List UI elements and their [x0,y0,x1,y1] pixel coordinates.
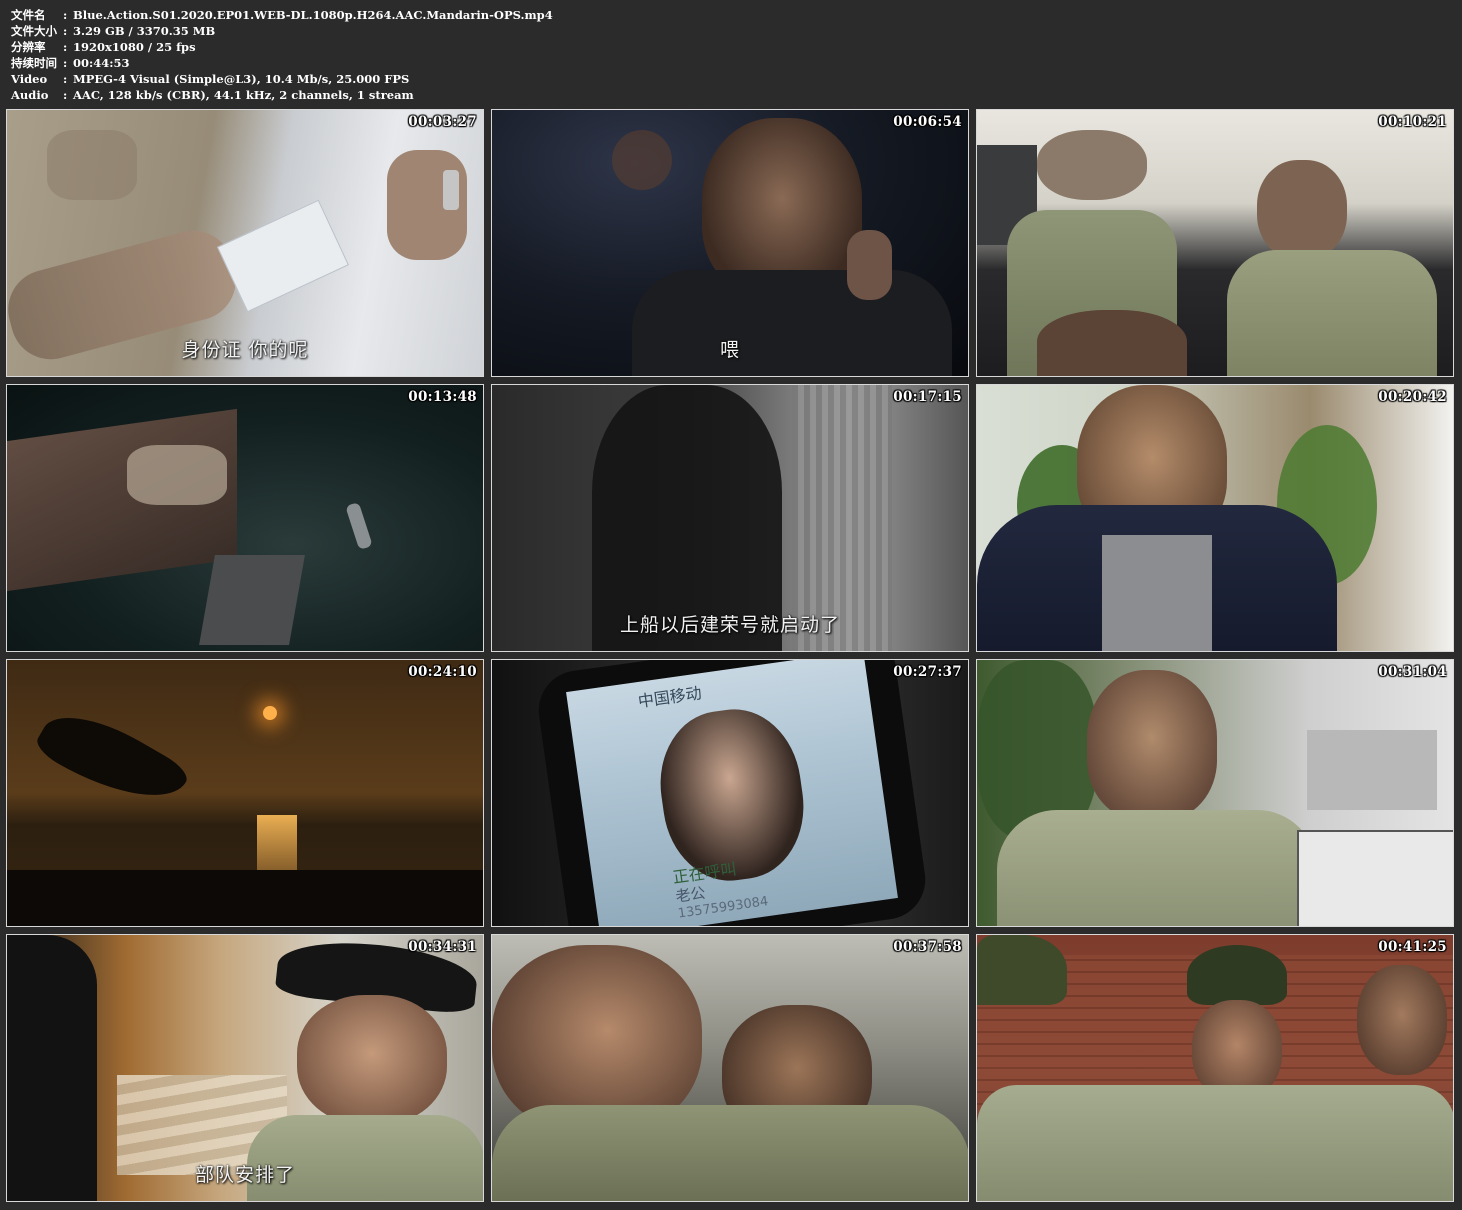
meta-row-filesize: 文件大小 : 3.29 GB / 3370.35 MB [11,23,911,39]
timestamp: 00:13:48 [408,389,477,405]
meta-value: Blue.Action.S01.2020.EP01.WEB-DL.1080p.H… [73,8,553,22]
meta-separator: : [63,8,68,22]
video-frame: 中国移动 正在呼叫 老公 13575993084 [492,660,968,926]
timestamp: 00:31:04 [1378,664,1447,680]
video-frame [7,385,483,651]
thumbnail-frame[interactable]: 00:10:21 [976,109,1454,377]
video-frame [492,935,968,1201]
thumbnail-frame[interactable]: 00:41:25 [976,934,1454,1202]
subtitle: 上船以后建荣号就启动了 [619,614,840,636]
meta-row-duration: 持续时间 : 00:44:53 [11,55,911,71]
meta-value: 1920x1080 / 25 fps [73,40,196,54]
meta-label: Video [11,72,48,86]
video-frame [977,660,1453,926]
timestamp: 00:17:15 [893,389,962,405]
subtitle: 身份证 你的呢 [181,339,309,361]
meta-separator: : [63,88,68,102]
subtitle: 部队安排了 [194,1164,295,1186]
thumbnail-frame[interactable]: 00:20:42 [976,384,1454,652]
meta-label: 文件大小 [11,24,57,38]
timestamp: 00:41:25 [1378,939,1447,955]
timestamp: 00:20:42 [1378,389,1447,405]
thumbnail-frame[interactable]: 00:17:15 上船以后建荣号就启动了 [491,384,969,652]
meta-row-resolution: 分辨率 : 1920x1080 / 25 fps [11,39,911,55]
phone-screen: 中国移动 正在呼叫 老公 13575993084 [566,660,898,926]
video-frame [977,385,1453,651]
carrier-label: 中国移动 [636,683,703,712]
video-frame [977,110,1453,376]
video-frame [977,935,1453,1201]
meta-row-filename: 文件名 : Blue.Action.S01.2020.EP01.WEB-DL.1… [11,7,911,23]
meta-label: 分辨率 [11,40,46,54]
thumbnail-frame[interactable]: 00:06:54 喂 [491,109,969,377]
meta-value: 00:44:53 [73,56,130,70]
timestamp: 00:06:54 [893,114,962,130]
timestamp: 00:34:31 [408,939,477,955]
thumbnail-frame[interactable]: 00:03:27 身份证 你的呢 [6,109,484,377]
thumbnail-frame[interactable]: 中国移动 正在呼叫 老公 13575993084 00:27:37 [491,659,969,927]
meta-label: 持续时间 [11,56,57,70]
meta-label: 文件名 [11,8,46,22]
thumbnail-frame[interactable]: 00:13:48 [6,384,484,652]
meta-separator: : [63,40,68,54]
meta-row-audio: Audio : AAC, 128 kb/s (CBR), 44.1 kHz, 2… [11,87,911,103]
thumbnail-frame[interactable]: 00:24:10 [6,659,484,927]
meta-value: 3.29 GB / 3370.35 MB [73,24,216,38]
meta-value: MPEG-4 Visual (Simple@L3), 10.4 Mb/s, 25… [73,72,410,86]
timestamp: 00:27:37 [893,664,962,680]
timestamp: 00:24:10 [408,664,477,680]
thumbnail-frame[interactable]: 00:34:31 部队安排了 [6,934,484,1202]
meta-label: Audio [11,88,49,102]
thumbnail-frame[interactable]: 00:37:58 [491,934,969,1202]
thumbnail-grid: 00:03:27 身份证 你的呢 00:06:54 喂 00:10:21 00:… [6,109,1456,1205]
timestamp: 00:10:21 [1378,114,1447,130]
thumbnail-frame[interactable]: 00:31:04 [976,659,1454,927]
meta-row-video: Video : MPEG-4 Visual (Simple@L3), 10.4 … [11,71,911,87]
video-frame [7,660,483,926]
timestamp: 00:37:58 [893,939,962,955]
meta-separator: : [63,56,68,70]
meta-separator: : [63,24,68,38]
call-status: 正在呼叫 [671,859,738,887]
meta-value: AAC, 128 kb/s (CBR), 44.1 kHz, 2 channel… [73,88,414,102]
timestamp: 00:03:27 [408,114,477,130]
subtitle: 喂 [719,339,740,361]
media-info-header: 文件名 : Blue.Action.S01.2020.EP01.WEB-DL.1… [11,7,911,103]
meta-separator: : [63,72,68,86]
